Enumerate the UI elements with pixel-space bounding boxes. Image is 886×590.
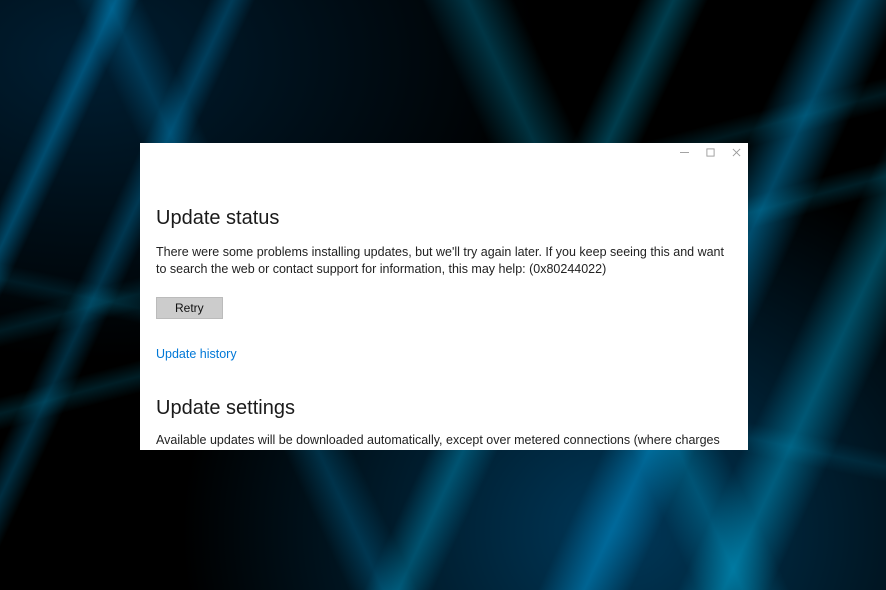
settings-window: Update status There were some problems i… [140, 143, 748, 450]
update-status-message: There were some problems installing upda… [156, 244, 732, 279]
update-settings-description: Available updates will be downloaded aut… [156, 432, 732, 451]
close-button[interactable] [730, 146, 742, 158]
update-history-link[interactable]: Update history [156, 347, 237, 361]
update-status-heading: Update status [156, 207, 732, 230]
window-titlebar [140, 143, 748, 161]
window-content: Update status There were some problems i… [140, 207, 748, 450]
update-settings-heading: Update settings [156, 397, 732, 420]
maximize-button[interactable] [704, 146, 716, 158]
minimize-button[interactable] [678, 146, 690, 158]
retry-button[interactable]: Retry [156, 297, 223, 319]
